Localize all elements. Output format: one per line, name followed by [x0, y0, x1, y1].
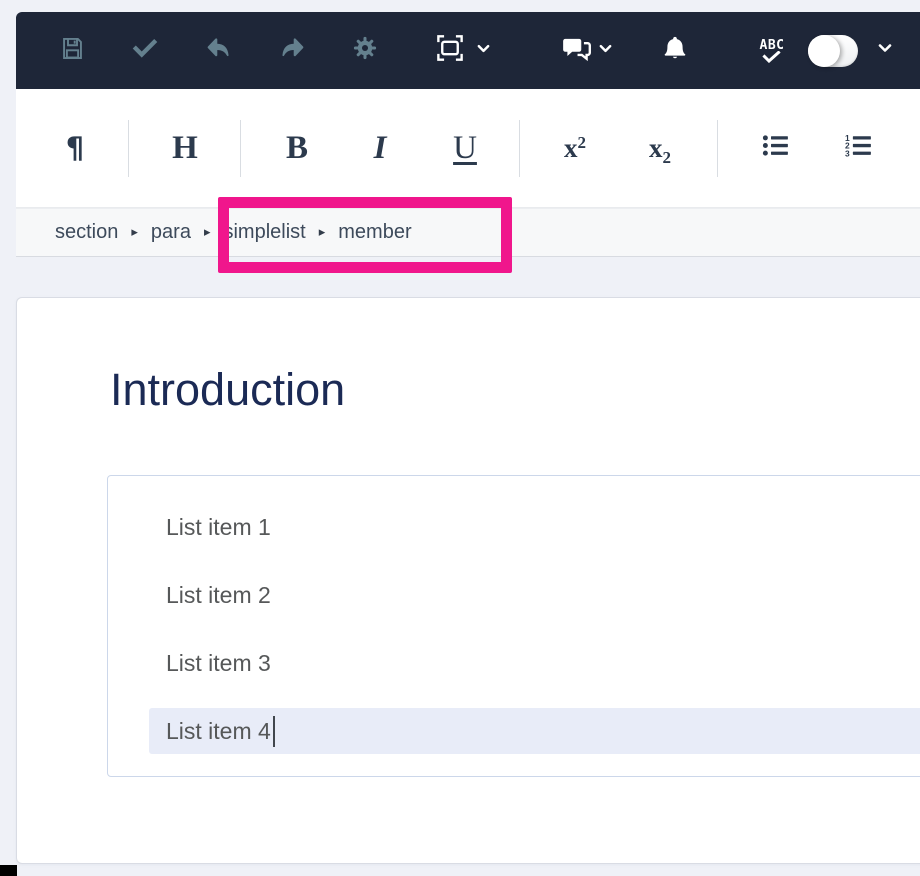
- svg-text:3: 3: [845, 149, 850, 157]
- toolbar-divider: [240, 120, 241, 177]
- check-button[interactable]: [123, 12, 167, 89]
- list-item-text: List item 4: [166, 718, 271, 745]
- breadcrumb-item-section[interactable]: section: [55, 221, 118, 244]
- selected-row-highlight: List item 4: [149, 708, 920, 754]
- superscript-icon: x2: [564, 133, 586, 164]
- comments-dropdown[interactable]: [591, 12, 619, 89]
- speech-bubbles-icon: [561, 34, 593, 67]
- toggle-switch[interactable]: [808, 35, 858, 67]
- numbered-list-button[interactable]: 1 2 3: [828, 89, 888, 207]
- check-icon: [132, 35, 158, 66]
- spell-check-button[interactable]: ABC: [750, 12, 794, 89]
- undo-button[interactable]: [196, 12, 240, 89]
- toolbar-divider: [128, 120, 129, 177]
- toggle-knob: [808, 35, 840, 67]
- toolbar-divider: [519, 120, 520, 177]
- breadcrumb: section ▸ para ▸ simplelist ▸ member: [16, 208, 920, 257]
- save-button[interactable]: [50, 12, 94, 89]
- underline-icon: U: [453, 130, 477, 167]
- settings-button[interactable]: [343, 12, 387, 89]
- italic-icon: I: [374, 130, 387, 167]
- bulleted-list-icon: [762, 134, 789, 162]
- heading-button[interactable]: H: [155, 89, 215, 207]
- redo-button[interactable]: [270, 12, 314, 89]
- list-item[interactable]: List item 2: [108, 561, 920, 629]
- paragraph-icon: ¶: [66, 131, 84, 165]
- chevron-down-icon: [476, 41, 491, 61]
- focus-view-dropdown[interactable]: [469, 12, 497, 89]
- superscript-button[interactable]: x2: [545, 89, 605, 207]
- underline-button[interactable]: U: [435, 89, 495, 207]
- text-caret: [273, 716, 275, 747]
- breadcrumb-separator-icon: ▸: [204, 225, 211, 240]
- list-item-selected[interactable]: List item 4: [108, 697, 920, 765]
- abc-check-icon: ABC: [760, 39, 785, 63]
- more-options-button[interactable]: [871, 12, 899, 89]
- frame-icon: [436, 34, 464, 67]
- gear-icon: [351, 34, 379, 67]
- paragraph-button[interactable]: ¶: [45, 89, 105, 207]
- section-title[interactable]: Introduction: [110, 364, 345, 416]
- format-toolbar: ¶ H B I U x2 x2: [16, 89, 920, 208]
- bell-icon: [661, 34, 689, 67]
- redo-arrow-icon: [278, 34, 307, 68]
- subscript-button[interactable]: x2: [630, 89, 690, 207]
- floppy-disk-icon: [59, 35, 86, 67]
- bulleted-list-button[interactable]: [745, 89, 805, 207]
- focus-view-button[interactable]: [428, 12, 472, 89]
- bold-button[interactable]: B: [267, 89, 327, 207]
- breadcrumb-item-para[interactable]: para: [151, 221, 191, 244]
- main-toolbar: ABC: [16, 12, 920, 89]
- document-canvas: Introduction List item 1 List item 2 Lis…: [16, 297, 920, 864]
- editor-window: ABC ¶ H B: [0, 0, 920, 876]
- list-item-text: List item 2: [108, 582, 271, 609]
- notifications-button[interactable]: [653, 12, 697, 89]
- breadcrumb-separator-icon: ▸: [131, 225, 138, 240]
- simplelist-block: List item 1 List item 2 List item 3 List…: [107, 475, 920, 777]
- list-item-text: List item 1: [108, 514, 271, 541]
- list-item-text: List item 3: [108, 650, 271, 677]
- list-item[interactable]: List item 1: [108, 493, 920, 561]
- numbered-list-icon: 1 2 3: [845, 134, 872, 162]
- breadcrumb-item-simplelist[interactable]: simplelist: [223, 221, 305, 244]
- list-item[interactable]: List item 3: [108, 629, 920, 697]
- bold-icon: B: [286, 130, 308, 167]
- chevron-down-icon: [877, 40, 893, 61]
- breadcrumb-item-member[interactable]: member: [338, 221, 411, 244]
- undo-arrow-icon: [204, 34, 233, 68]
- toolbar-divider: [717, 120, 718, 177]
- subscript-icon: x2: [649, 133, 671, 164]
- bottom-left-black-mark: [0, 865, 17, 876]
- heading-icon: H: [172, 130, 198, 167]
- breadcrumb-separator-icon: ▸: [319, 225, 326, 240]
- chevron-down-icon: [598, 41, 613, 61]
- italic-button[interactable]: I: [350, 89, 410, 207]
